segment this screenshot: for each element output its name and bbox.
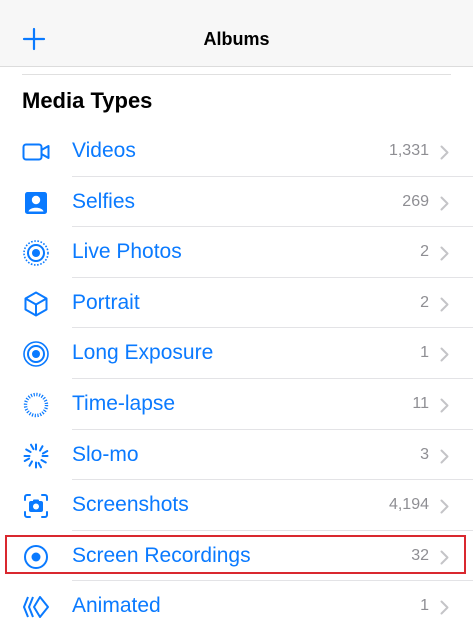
list-item-live-photos[interactable]: Live Photos 2: [0, 227, 473, 278]
list-item-videos[interactable]: Videos 1,331: [0, 126, 473, 177]
chevron-right-icon: [440, 550, 449, 565]
time-lapse-icon: [22, 391, 50, 419]
list-item-label: Screen Recordings: [72, 543, 251, 567]
video-icon: [22, 138, 50, 166]
list-item-long-exposure[interactable]: Long Exposure 1: [0, 328, 473, 379]
long-exposure-icon: [22, 340, 50, 368]
media-types-list: Videos 1,331 Selfies 269 Live Photos 2 P…: [0, 126, 473, 632]
header-divider: [22, 74, 451, 75]
screen-recording-icon: [22, 543, 50, 571]
live-photos-icon: [22, 239, 50, 267]
screenshot-icon: [22, 492, 50, 520]
list-item-count: 269: [402, 192, 429, 210]
section-title-media-types: Media Types: [22, 88, 153, 113]
list-item-count: 2: [420, 243, 429, 261]
list-item-label: Screenshots: [72, 493, 189, 517]
list-item-count: 11: [412, 394, 429, 412]
list-item-count: 32: [411, 546, 429, 564]
page-title: Albums: [203, 29, 270, 49]
chevron-right-icon: [440, 297, 449, 312]
list-item-slo-mo[interactable]: Slo-mo 3: [0, 430, 473, 481]
list-item-label: Videos: [72, 139, 136, 162]
list-item-label: Selfies: [72, 189, 136, 213]
list-item-label: Long Exposure: [72, 341, 214, 365]
chevron-right-icon: [440, 449, 449, 464]
chevron-right-icon: [440, 600, 449, 615]
list-item-screen-recordings[interactable]: Screen Recordings 32: [0, 531, 473, 582]
list-item-count: 1: [420, 597, 429, 615]
list-item-label: Animated: [72, 594, 161, 618]
list-item-screenshots[interactable]: Screenshots 4,194: [0, 480, 473, 531]
navigation-bar: Albums: [0, 0, 473, 67]
chevron-right-icon: [440, 145, 449, 160]
list-item-portrait[interactable]: Portrait 2: [0, 278, 473, 329]
chevron-right-icon: [440, 398, 449, 413]
albums-screen: Albums Media Types Videos 1,331 Selfies …: [0, 0, 473, 637]
list-item-count: 2: [420, 293, 429, 311]
slo-mo-icon: [22, 442, 50, 470]
list-item-time-lapse[interactable]: Time-lapse 11: [0, 379, 473, 430]
list-item-label: Live Photos: [72, 240, 182, 264]
chevron-right-icon: [440, 246, 449, 261]
list-item-count: 4,194: [388, 496, 429, 514]
portrait-cube-icon: [22, 290, 50, 318]
list-item-animated[interactable]: Animated 1: [0, 581, 473, 632]
list-item-count: 3: [420, 445, 429, 463]
list-item-label: Portrait: [72, 290, 140, 314]
animated-icon: [22, 593, 50, 621]
selfie-icon: [22, 189, 50, 217]
chevron-right-icon: [440, 347, 449, 362]
chevron-right-icon: [440, 499, 449, 514]
chevron-right-icon: [440, 196, 449, 211]
list-item-label: Time-lapse: [72, 391, 176, 415]
list-item-label: Slo-mo: [72, 442, 139, 466]
list-item-selfies[interactable]: Selfies 269: [0, 177, 473, 228]
list-item-count: 1: [420, 344, 429, 362]
list-item-count: 1,331: [388, 142, 429, 159]
